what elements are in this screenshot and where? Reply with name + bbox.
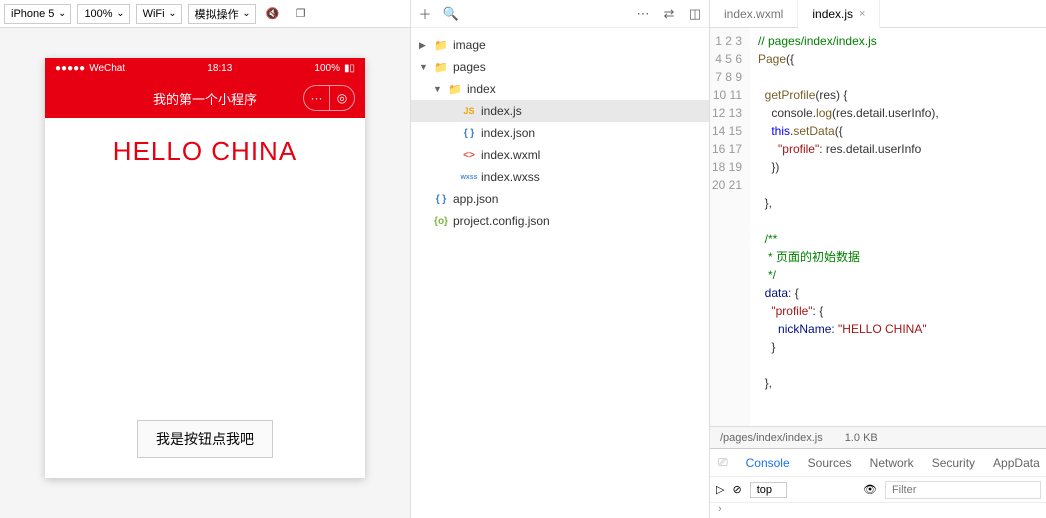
folder-icon: 📁	[433, 39, 449, 52]
tree-arrow-icon: ▼	[419, 62, 429, 72]
file-tree: ▶ 📁 image ▼ 📁 pages ▼ 📁 index JS index.js { } index.…	[411, 28, 709, 238]
devtools-tab-appdata[interactable]: AppData	[993, 456, 1040, 470]
battery-icon: ▮▯	[344, 63, 355, 74]
split-icon[interactable]: ◫	[687, 6, 703, 22]
config-icon: {o}	[433, 216, 449, 227]
editor-tab-index-js[interactable]: index.js×	[798, 0, 880, 28]
simulator-panel: iPhone 5 100% WiFi 模拟操作 🔇 ❐ ●●●●● WeChat…	[0, 0, 410, 518]
console-prompt[interactable]: ›	[710, 503, 1046, 515]
phone-mockup: ●●●●● WeChat 18:13 100% ▮▯ 我的第一个小程序 ··· …	[45, 58, 365, 478]
phone-nav-bar: 我的第一个小程序 ··· ◎	[45, 78, 365, 118]
tree-item-pages[interactable]: ▼ 📁 pages	[411, 56, 709, 78]
context-select[interactable]: top	[750, 482, 787, 498]
tree-label: pages	[453, 60, 486, 74]
tree-item-project-config-json[interactable]: {o} project.config.json	[411, 210, 709, 232]
phone-status-bar: ●●●●● WeChat 18:13 100% ▮▯	[45, 58, 365, 78]
tree-item-image[interactable]: ▶ 📁 image	[411, 34, 709, 56]
capsule-close-button[interactable]: ◎	[329, 85, 355, 111]
editor-tab-index-wxml[interactable]: index.wxml	[710, 0, 798, 27]
tree-label: index.js	[481, 104, 522, 118]
file-size: 1.0 KB	[845, 432, 878, 444]
inspect-icon[interactable]: ⎚	[718, 455, 728, 470]
json-icon: { }	[461, 128, 477, 139]
eye-icon[interactable]: 👁	[863, 483, 877, 496]
battery-label: 100%	[314, 63, 340, 74]
time-label: 18:13	[207, 63, 232, 74]
carrier-label: WeChat	[89, 63, 125, 74]
folder-icon: 📁	[447, 83, 463, 96]
filter-input[interactable]	[885, 481, 1041, 499]
search-icon[interactable]: 🔍	[443, 6, 459, 22]
wxml-icon: <>	[461, 150, 477, 161]
zoom-select[interactable]: 100%	[77, 4, 129, 24]
wxss-icon: wxss	[461, 174, 477, 181]
devtools-tabs: ⎚ ConsoleSourcesNetworkSecurityAppDataAu…	[710, 449, 1046, 477]
tree-item-index-wxml[interactable]: <> index.wxml	[411, 144, 709, 166]
signal-dots: ●●●●●	[55, 63, 85, 74]
tree-label: app.json	[453, 192, 498, 206]
file-tree-panel: ＋ 🔍 ⋯ ⇄ ◫ ▶ 📁 image ▼ 📁 pages ▼ 📁 index JS index.j…	[410, 0, 710, 518]
device-select[interactable]: iPhone 5	[4, 4, 71, 24]
tree-label: project.config.json	[453, 214, 550, 228]
tree-label: index.json	[481, 126, 535, 140]
tree-item-app-json[interactable]: { } app.json	[411, 188, 709, 210]
folder-icon: 📁	[433, 61, 449, 74]
close-icon[interactable]: ×	[859, 8, 865, 20]
devtools-tab-console[interactable]: Console	[746, 456, 790, 470]
tree-item-index[interactable]: ▼ 📁 index	[411, 78, 709, 100]
simulator-area: ●●●●● WeChat 18:13 100% ▮▯ 我的第一个小程序 ··· …	[0, 28, 410, 518]
devtools-tab-security[interactable]: Security	[932, 456, 975, 470]
devtools-tab-sources[interactable]: Sources	[808, 456, 852, 470]
page-title: 我的第一个小程序	[153, 89, 257, 108]
clear-icon[interactable]: ⊘	[732, 483, 741, 496]
tree-label: index.wxml	[481, 148, 540, 162]
tree-arrow-icon: ▼	[433, 84, 443, 94]
tree-label: index	[467, 82, 496, 96]
line-gutter: 1 2 3 4 5 6 7 8 9 10 11 12 13 14 15 16 1…	[710, 28, 750, 426]
status-bar: /pages/index/index.js 1.0 KB	[710, 426, 1046, 448]
mock-select[interactable]: 模拟操作	[188, 4, 256, 24]
tree-label: index.wxss	[481, 170, 540, 184]
devtools-tab-network[interactable]: Network	[870, 456, 914, 470]
editor-panel: index.wxmlindex.js× 1 2 3 4 5 6 7 8 9 10…	[710, 0, 1046, 448]
simulator-toolbar: iPhone 5 100% WiFi 模拟操作 🔇 ❐	[0, 0, 410, 28]
file-path: /pages/index/index.js	[720, 432, 823, 444]
network-select[interactable]: WiFi	[136, 4, 182, 24]
editor-tabs: index.wxmlindex.js×	[710, 0, 1046, 28]
hello-text: HELLO CHINA	[59, 136, 351, 167]
console-toolbar: ▷ ⊘ top 👁 Default levels	[710, 477, 1046, 503]
mute-icon[interactable]: 🔇	[262, 4, 284, 24]
tree-arrow-icon: ▶	[419, 40, 429, 51]
tree-label: image	[453, 38, 486, 52]
code-content[interactable]: // pages/index/index.js Page({ getProfil…	[750, 28, 1046, 426]
demo-button[interactable]: 我是按钮点我吧	[137, 420, 273, 458]
tree-item-index-js[interactable]: JS index.js	[411, 100, 709, 122]
code-area[interactable]: 1 2 3 4 5 6 7 8 9 10 11 12 13 14 15 16 1…	[710, 28, 1046, 426]
phone-body: HELLO CHINA 我是按钮点我吧	[45, 118, 365, 478]
json-icon: { }	[433, 194, 449, 205]
tree-item-index-json[interactable]: { } index.json	[411, 122, 709, 144]
detach-icon[interactable]: ❐	[290, 4, 312, 24]
capsule-more-button[interactable]: ···	[303, 85, 329, 111]
more-icon[interactable]: ⋯	[635, 6, 651, 22]
play-icon[interactable]: ▷	[716, 483, 724, 496]
js-icon: JS	[461, 106, 477, 116]
collapse-icon[interactable]: ⇄	[661, 6, 677, 22]
devtools-panel: ⎚ ConsoleSourcesNetworkSecurityAppDataAu…	[710, 448, 1046, 518]
tree-toolbar: ＋ 🔍 ⋯ ⇄ ◫	[411, 0, 709, 28]
add-file-icon[interactable]: ＋	[417, 6, 433, 22]
tree-item-index-wxss[interactable]: wxss index.wxss	[411, 166, 709, 188]
